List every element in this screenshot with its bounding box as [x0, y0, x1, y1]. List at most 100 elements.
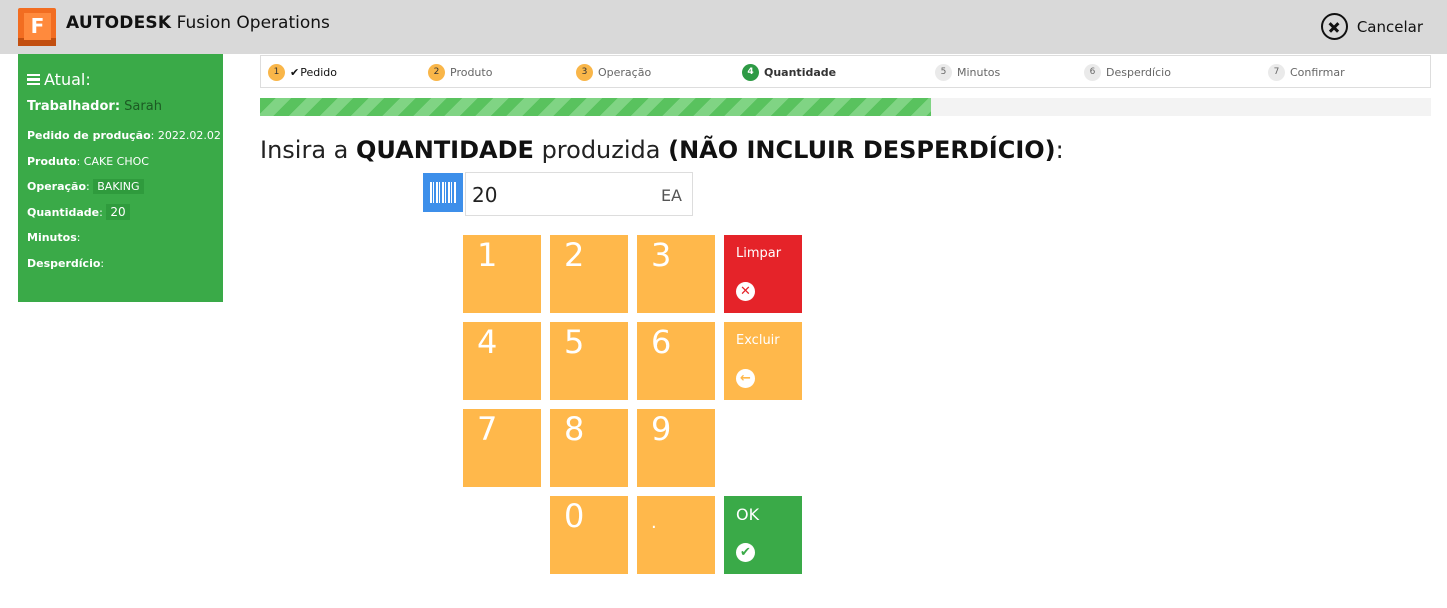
- worker-row: Trabalhador: Sarah: [27, 99, 214, 114]
- minutes-value: :: [76, 231, 81, 244]
- key-8[interactable]: 8: [550, 409, 628, 487]
- product-value: : CAKE CHOC: [76, 155, 149, 168]
- key-9[interactable]: 9: [637, 409, 715, 487]
- key-7[interactable]: 7: [463, 409, 541, 487]
- prompt-text-1: Insira a: [260, 136, 356, 164]
- key-label: 8: [564, 410, 585, 448]
- brand-bold: AUTODESK: [66, 13, 172, 33]
- step-number: 5: [935, 64, 952, 81]
- prompt-text-2: QUANTIDADE: [356, 136, 534, 164]
- step-label: Desperdício: [1106, 66, 1171, 79]
- key-4[interactable]: 4: [463, 322, 541, 400]
- quantity-label: Quantidade: [27, 206, 100, 219]
- key-1[interactable]: 1: [463, 235, 541, 313]
- menu-icon: [27, 72, 40, 88]
- panel-heading: Atual:: [27, 70, 214, 89]
- cancel-button[interactable]: Cancelar: [1320, 13, 1423, 40]
- app-title: AUTODESK Fusion Operations: [66, 13, 330, 33]
- delete-button[interactable]: Excluir ←: [724, 322, 802, 400]
- step-product[interactable]: 2 Produto: [428, 64, 492, 81]
- key-5[interactable]: 5: [550, 322, 628, 400]
- check-circle-icon: ✔: [736, 543, 755, 562]
- prompt-text-4: (NÃO INCLUIR DESPERDÍCIO): [668, 136, 1056, 164]
- autodesk-logo: F: [18, 8, 56, 46]
- step-label: Confirmar: [1290, 66, 1345, 79]
- order-row: Pedido de produção: 2022.02.02: [27, 129, 221, 142]
- step-operation[interactable]: 3 Operação: [576, 64, 651, 81]
- waste-row: Desperdício:: [27, 257, 214, 270]
- operation-value: BAKING: [93, 179, 144, 194]
- cancel-label: Cancelar: [1356, 17, 1423, 36]
- step-number: 2: [428, 64, 445, 81]
- key-3[interactable]: 3: [637, 235, 715, 313]
- top-bar: F AUTODESK Fusion Operations Cancelar: [0, 0, 1447, 54]
- quantity-input-value: 20: [472, 183, 498, 207]
- quantity-input[interactable]: 20 EA: [465, 172, 693, 216]
- clear-label: Limpar: [736, 246, 782, 261]
- ok-label: OK: [736, 505, 760, 524]
- worker-value: Sarah: [124, 99, 162, 114]
- minutes-label: Minutos: [27, 231, 77, 244]
- barcode-scan-button[interactable]: [423, 173, 463, 212]
- key-label: 0: [564, 497, 585, 535]
- ok-button[interactable]: OK ✔: [724, 496, 802, 574]
- wizard-steps: 1 ✔ Pedido 2 Produto 3 Operação 4 Quantidade …: [260, 55, 1431, 88]
- step-number: 6: [1084, 64, 1101, 81]
- step-waste[interactable]: 6 Desperdício: [1084, 64, 1171, 81]
- step-number: 3: [576, 64, 593, 81]
- quantity-value: 20: [106, 204, 130, 220]
- step-minutes[interactable]: 5 Minutos: [935, 64, 1000, 81]
- key-2[interactable]: 2: [550, 235, 628, 313]
- key-6[interactable]: 6: [637, 322, 715, 400]
- key-label: 1: [477, 236, 498, 274]
- barcode-icon: [430, 182, 456, 203]
- current-info-panel: Atual: Trabalhador: Sarah Pedido de prod…: [18, 54, 223, 302]
- waste-label: Desperdício: [27, 257, 101, 270]
- step-label: Minutos: [957, 66, 1001, 79]
- operation-row: Operação: BAKING: [27, 179, 214, 194]
- brand-rest: Fusion Operations: [171, 13, 330, 33]
- minutes-row: Minutos:: [27, 231, 214, 244]
- key-label: 5: [564, 323, 585, 361]
- quantity-prompt: Insira a QUANTIDADE produzida (NÃO INCLU…: [260, 136, 1064, 164]
- operation-label: Operação: [27, 180, 87, 193]
- step-label: Quantidade: [764, 66, 837, 79]
- prompt-text-5: :: [1055, 136, 1064, 164]
- arrow-left-icon: ←: [736, 369, 755, 388]
- logo-letter: F: [24, 13, 51, 40]
- key-label: .: [651, 512, 657, 533]
- close-circle-icon: [1320, 13, 1348, 40]
- step-confirm[interactable]: 7 Confirmar: [1268, 64, 1345, 81]
- order-label: Pedido de produção: [27, 129, 151, 142]
- product-label: Produto: [27, 155, 77, 168]
- step-label: Pedido: [300, 66, 337, 79]
- key-label: 9: [651, 410, 672, 448]
- order-value: : 2022.02.02: [150, 129, 221, 142]
- step-label: Produto: [450, 66, 493, 79]
- step-order[interactable]: 1 ✔ Pedido: [268, 64, 337, 81]
- clear-button[interactable]: Limpar ✕: [724, 235, 802, 313]
- step-quantity[interactable]: 4 Quantidade: [742, 64, 836, 81]
- prompt-text-3: produzida: [533, 136, 669, 164]
- worker-label: Trabalhador:: [27, 99, 121, 114]
- key-label: 7: [477, 410, 498, 448]
- delete-label: Excluir: [736, 333, 780, 348]
- check-icon: ✔: [290, 66, 300, 79]
- waste-value: :: [100, 257, 105, 270]
- key-label: 6: [651, 323, 672, 361]
- progress-fill: [260, 98, 931, 116]
- unit-label: EA: [660, 186, 682, 205]
- panel-heading-text: Atual:: [44, 70, 91, 89]
- key-label: 3: [651, 236, 672, 274]
- step-number: 1: [268, 64, 285, 81]
- product-row: Produto: CAKE CHOC: [27, 155, 214, 168]
- step-number: 7: [1268, 64, 1285, 81]
- key-0[interactable]: 0: [550, 496, 628, 574]
- key-decimal[interactable]: .: [637, 496, 715, 574]
- key-label: 2: [564, 236, 585, 274]
- quantity-row: Quantidade: 20: [27, 204, 214, 220]
- progress-bar: [260, 98, 1431, 116]
- key-label: 4: [477, 323, 498, 361]
- close-icon: ✕: [736, 282, 755, 301]
- step-label: Operação: [598, 66, 652, 79]
